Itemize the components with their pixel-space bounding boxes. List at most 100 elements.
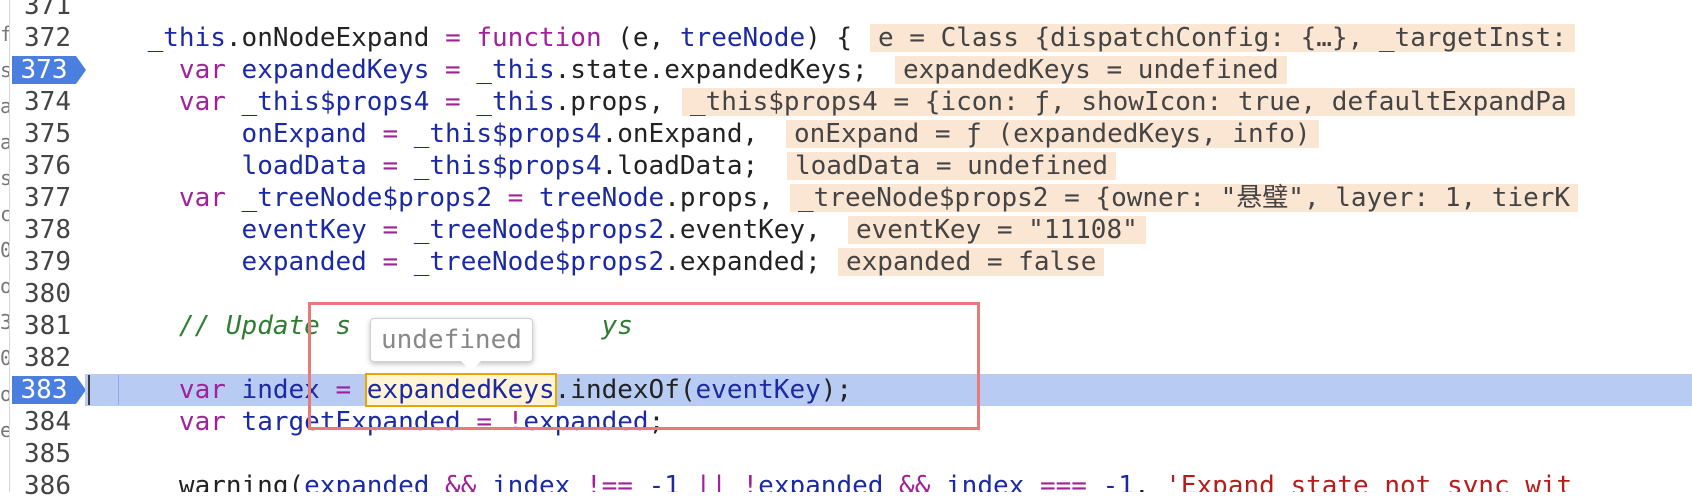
line-number[interactable]: 375 [10,118,85,150]
code-token: = [476,407,493,437]
breakpoint-marker[interactable]: 373 [12,56,86,84]
code-line[interactable]: loadData = _this$props4.loadData; loadDat… [85,150,1692,182]
line-number[interactable]: 376 [10,150,85,182]
code-editor[interactable]: _this.onNodeExpand = function (e, treeNo… [85,0,1692,492]
line-number[interactable]: 382 [10,342,85,374]
code-line[interactable] [85,278,1692,310]
code-token: expanded [523,407,649,437]
code-line[interactable]: onExpand = _this$props4.onExpand, onExpan… [85,118,1692,150]
line-number[interactable]: 386 [10,470,85,502]
code-token: .state.expandedKeys; [554,55,868,85]
code-line[interactable] [85,438,1692,470]
code-token: .expanded; [664,247,821,277]
line-number[interactable]: 371 [10,0,85,22]
code-token: ; [648,407,665,437]
code-token: onExpand [241,119,367,149]
code-text: eventKey = _treeNode$props2.eventKey, [85,214,821,246]
code-text: var targetExpanded = !expanded; [85,406,664,438]
code-line[interactable] [85,0,1692,22]
code-token: = [507,183,524,213]
code-token: expanded [241,247,367,277]
code-token: _this [476,87,555,117]
code-token: -1 [648,471,680,492]
code-token: _this [147,23,226,53]
code-line[interactable]: var targetExpanded = !expanded; [85,406,1692,438]
inline-variable-value: e = Class {dispatchConfig: {…}, _targetI… [870,24,1575,52]
code-line[interactable]: var _treeNode$props2 = treeNode.props, _t… [85,182,1692,214]
code-line[interactable]: var _this$props4 = _this.props, _this$pro… [85,86,1692,118]
panel-edge-char: a [0,90,9,122]
code-line[interactable]: expanded = _treeNode$props2.expanded; exp… [85,246,1692,278]
code-token: .eventKey, [664,215,821,245]
code-token: _treeNode$props2 [413,215,665,245]
panel-edge-char: o [0,378,9,410]
code-line[interactable] [85,342,1692,374]
code-token: expanded [758,471,884,492]
hovered-token: expandedKeys [364,373,557,407]
code-token: var [178,87,226,117]
panel-edge-char: o [0,270,9,302]
code-token: _treeNode$props2 [241,183,492,213]
code-token: var [178,375,226,405]
line-number[interactable]: 381 [10,310,85,342]
inline-variable-value: _treeNode$props2 = {owner: "悬璧", layer: … [790,184,1579,212]
code-token: _this [476,55,555,85]
panel-edge-char: e [0,414,9,446]
code-token: warning( [85,471,305,492]
code-text: onExpand = _this$props4.onExpand, [85,118,759,150]
code-token: var [178,183,226,213]
line-number[interactable]: 379 [10,246,85,278]
inline-variable-value: _this$props4 = {icon: ƒ, showIcon: true,… [682,88,1575,116]
line-number[interactable]: 377 [10,182,85,214]
code-token: treeNode [679,23,806,53]
inline-variable-value: onExpand = ƒ (expandedKeys, info) [786,120,1319,148]
code-token: loadData [241,151,367,181]
code-token: 'Expand state not sync wit [1165,471,1573,492]
tooltip-text: undefined [381,325,522,355]
current-execution-line[interactable]: var index = expandedKeys.indexOf(eventKe… [85,373,1692,407]
execution-caret [88,375,90,405]
code-token: ); [820,375,853,405]
code-token: _this$props4 [413,119,602,149]
code-text: _this.onNodeExpand = function (e, treeNo… [85,22,852,54]
code-line[interactable]: eventKey = _treeNode$props2.eventKey, eve… [85,214,1692,246]
code-token: = [382,119,399,149]
line-number[interactable]: 380 [10,278,85,310]
code-text: // Update s ys [85,310,633,342]
code-line[interactable]: var expandedKeys = _this.state.expandedK… [85,54,1692,86]
code-line[interactable]: // Update s ys [85,310,1692,342]
code-line[interactable]: warning(expanded && index !== -1 || !exp… [85,470,1692,492]
line-number[interactable]: 385 [10,438,85,470]
line-number[interactable]: 384 [10,406,85,438]
left-panel-edge: fsaasc0o30oe [0,0,10,492]
line-number[interactable]: 374 [10,86,85,118]
code-token: eventKey [241,215,367,245]
indent-guide [118,375,119,405]
code-line[interactable]: _this.onNodeExpand = function (e, treeNo… [85,22,1692,54]
breakpoint-marker[interactable]: 383 [12,376,86,404]
line-number[interactable]: 378 [10,214,85,246]
code-text: expanded = _treeNode$props2.expanded; [85,246,821,278]
line-number[interactable]: 372 [10,22,85,54]
code-token: expandedKeys [241,55,430,85]
